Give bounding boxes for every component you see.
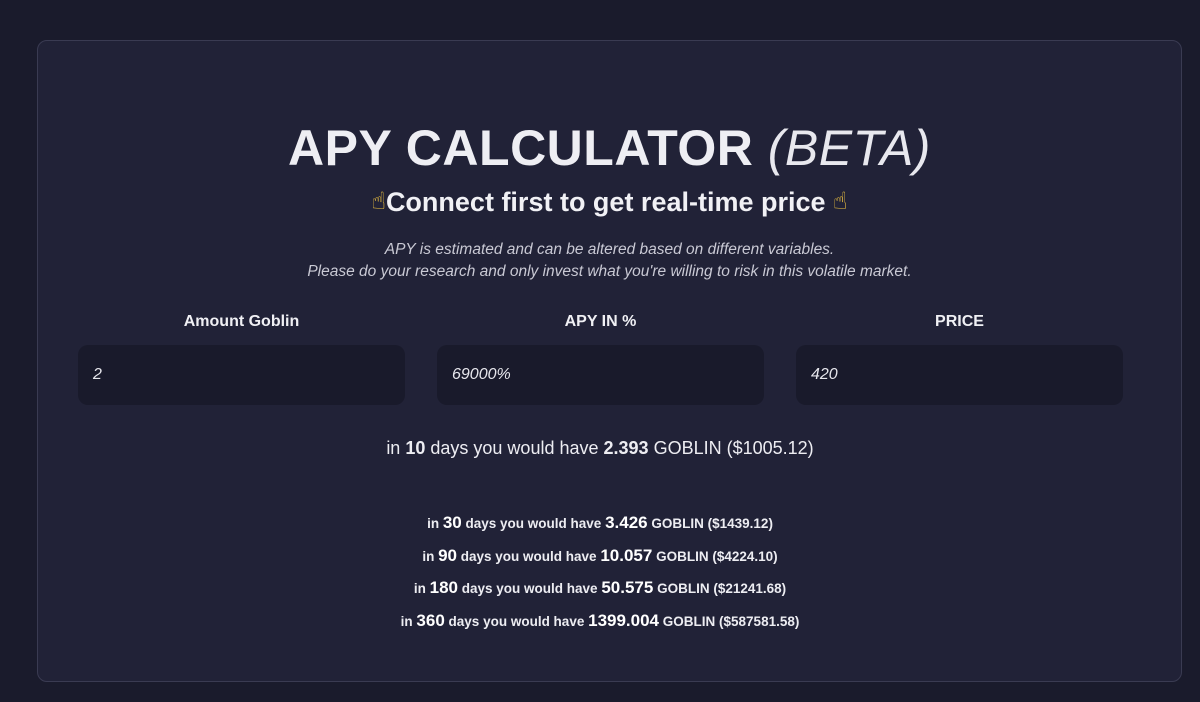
row-middle: days you would have: [460, 548, 597, 564]
row-days: 180: [429, 578, 458, 597]
result-prefix: in: [386, 438, 401, 458]
result-row: in 30 days you would have 3.426 GOBLIN (…: [0, 510, 1200, 543]
result-row: in 360 days you would have 1399.004 GOBL…: [0, 608, 1200, 641]
row-middle: days you would have: [461, 581, 598, 596]
disclaimer-line: APY is estimated and can be altered base…: [384, 241, 835, 258]
row-days: 30: [442, 513, 462, 532]
row-amount: 3.426: [605, 513, 648, 532]
result-middle: days you would have: [430, 438, 599, 458]
row-suffix: GOBLIN ($4224.10): [656, 548, 778, 564]
row-amount: 10.057: [600, 545, 653, 565]
row-middle: days you would have: [448, 613, 585, 629]
disclaimer: APY is estimated and can be altered base…: [38, 239, 1181, 283]
page-title: APY CALCULATOR (BETA): [38, 119, 1181, 177]
price-label: PRICE: [935, 313, 984, 330]
row-middle: days you would have: [465, 516, 602, 531]
disclaimer-line: Please do your research and only invest …: [307, 263, 912, 280]
row-prefix: in: [422, 548, 435, 564]
amount-label: Amount Goblin: [183, 313, 300, 330]
result-row: in 90 days you would have 10.057 GOBLIN …: [0, 543, 1200, 576]
apy-input[interactable]: 69000%: [437, 345, 764, 405]
amount-input[interactable]: 2: [78, 345, 405, 405]
result-suffix: GOBLIN ($1005.12): [653, 438, 814, 458]
row-prefix: in: [427, 516, 440, 531]
result-row: in 180 days you would have 50.575 GOBLIN…: [0, 575, 1200, 608]
pointing-up-hand-icon: ☝: [833, 188, 848, 215]
row-prefix: in: [400, 613, 413, 629]
pointing-up-hand-icon: ☝: [371, 188, 386, 215]
price-input[interactable]: 420: [796, 345, 1123, 405]
row-days: 90: [438, 545, 458, 565]
title-main: APY CALCULATOR: [288, 120, 754, 176]
connect-prompt: ☝Connect first to get real-time price ☝: [38, 187, 1181, 218]
row-amount: 1399.004: [588, 610, 660, 630]
row-prefix: in: [413, 581, 426, 596]
apy-label: APY IN %: [564, 313, 637, 330]
title-beta: (BETA): [767, 120, 931, 176]
row-suffix: GOBLIN ($21241.68): [657, 581, 787, 596]
result-days: 10: [405, 438, 426, 458]
connect-text: Connect first to get real-time price: [385, 187, 826, 217]
row-suffix: GOBLIN ($1439.12): [651, 516, 773, 531]
results-list: in 30 days you would have 3.426 GOBLIN (…: [0, 510, 1200, 640]
row-suffix: GOBLIN ($587581.58): [662, 613, 800, 629]
row-amount: 50.575: [601, 578, 654, 597]
main-result: in 10 days you would have 2.393 GOBLIN (…: [0, 438, 1200, 459]
result-amount: 2.393: [603, 438, 649, 458]
row-days: 360: [416, 610, 445, 630]
